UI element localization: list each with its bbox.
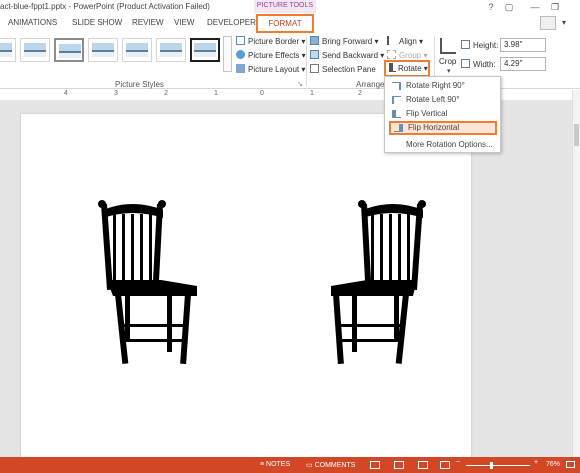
selection-pane-icon <box>310 64 319 73</box>
restore-button[interactable]: ❐ <box>546 1 564 13</box>
account-dropdown-icon[interactable]: ▾ <box>562 18 566 27</box>
avatar[interactable] <box>540 16 556 30</box>
group-divider <box>306 36 307 86</box>
tab-slide-show[interactable]: SLIDE SHOW <box>72 18 122 27</box>
height-label: Height: <box>473 41 499 50</box>
comments-button[interactable]: ▭ COMMENTS <box>306 461 355 469</box>
zoom-level[interactable]: 76% <box>546 461 560 468</box>
picture-tools-header: PICTURE TOOLS <box>254 0 316 13</box>
width-label: Width: <box>473 60 496 69</box>
slide-content <box>98 200 426 365</box>
group-icon <box>387 50 396 59</box>
fit-slide-icon[interactable] <box>566 461 575 468</box>
tab-format[interactable]: FORMAT <box>256 14 314 33</box>
tab-view[interactable]: VIEW <box>174 18 194 27</box>
menu-more-rotation-options[interactable]: More Rotation Options... <box>389 138 497 152</box>
ruler-number: 4 <box>64 90 68 97</box>
ruler-number: 3 <box>114 90 118 97</box>
send-backward-button[interactable]: Send Backward ▾ <box>310 50 384 60</box>
picture-style-thumb[interactable] <box>122 38 152 62</box>
flip-horizontal-icon <box>394 124 403 132</box>
ruler-number: 2 <box>358 90 362 97</box>
slideshow-view-icon[interactable] <box>440 461 450 469</box>
send-backward-icon <box>310 50 319 59</box>
menu-flip-vertical[interactable]: Flip Vertical <box>389 107 497 121</box>
ruler-number: 1 <box>310 90 314 97</box>
picture-style-thumb-selected[interactable] <box>190 38 220 62</box>
crop-dropdown-icon[interactable]: ▾ <box>447 67 451 75</box>
zoom-out-button[interactable]: − <box>456 459 460 466</box>
group-label-picture-styles: Picture Styles <box>115 80 164 89</box>
height-icon <box>461 40 470 49</box>
rotate-menu: Rotate Right 90° Rotate Left 90° Flip Ve… <box>384 76 501 153</box>
picture-style-thumb[interactable] <box>0 38 16 62</box>
zoom-in-button[interactable]: + <box>534 459 538 466</box>
tab-review[interactable]: REVIEW <box>132 18 164 27</box>
normal-view-icon[interactable] <box>370 461 380 469</box>
scrollbar-thumb[interactable] <box>574 124 579 146</box>
help-button[interactable]: ? <box>482 1 500 13</box>
picture-border-icon <box>236 36 245 45</box>
dialog-launcher-icon[interactable]: ↘ <box>297 80 303 88</box>
zoom-slider-thumb[interactable] <box>490 462 493 469</box>
width-input[interactable]: 4.29" <box>500 57 546 71</box>
picture-effects-icon <box>236 50 245 59</box>
picture-border-button[interactable]: Picture Border ▾ <box>236 36 305 46</box>
picture-style-thumb[interactable] <box>54 38 84 62</box>
width-icon <box>461 59 470 68</box>
gallery-scroll[interactable] <box>223 36 232 72</box>
menu-flip-horizontal[interactable]: Flip Horizontal <box>389 121 497 135</box>
zoom-slider[interactable] <box>466 465 530 466</box>
bring-forward-button[interactable]: Bring Forward ▾ <box>310 36 379 46</box>
ribbon-display-button[interactable]: ▢ <box>500 1 518 13</box>
slide-sorter-icon[interactable] <box>394 461 404 469</box>
picture-layout-icon <box>236 64 245 73</box>
height-input[interactable]: 3.98" <box>500 38 546 52</box>
align-icon <box>387 36 396 45</box>
bring-forward-icon <box>310 36 319 45</box>
reading-view-icon[interactable] <box>418 461 428 469</box>
ruler-number: 0 <box>260 90 264 97</box>
minimize-button[interactable]: — <box>526 1 544 13</box>
tab-developer[interactable]: DEVELOPER <box>207 18 256 27</box>
rotate-icon <box>389 63 396 72</box>
slide-canvas[interactable] <box>21 114 471 458</box>
selection-pane-button[interactable]: Selection Pane <box>310 64 376 74</box>
flip-vertical-icon <box>392 110 401 118</box>
group-button[interactable]: Group ▾ <box>387 50 427 60</box>
rotate-right-icon <box>392 82 401 90</box>
picture-style-thumb[interactable] <box>88 38 118 62</box>
ruler-number: 1 <box>214 90 218 97</box>
menu-rotate-right-90[interactable]: Rotate Right 90° <box>389 79 497 93</box>
notes-button[interactable]: ≡ NOTES <box>260 461 290 468</box>
rotate-left-icon <box>392 96 401 104</box>
menu-rotate-left-90[interactable]: Rotate Left 90° <box>389 93 497 107</box>
window-title: act-blue-fppt1.pptx - PowerPoint (Produc… <box>0 2 210 11</box>
vertical-scrollbar[interactable] <box>572 90 580 457</box>
picture-layout-button[interactable]: Picture Layout ▾ <box>236 64 305 74</box>
crop-button[interactable]: Crop <box>439 57 456 66</box>
crop-icon[interactable] <box>440 38 456 54</box>
chair-image-left[interactable] <box>98 200 197 365</box>
group-label-arrange: Arrange <box>356 80 385 89</box>
picture-style-thumb[interactable] <box>20 38 50 62</box>
align-button[interactable]: Align ▾ <box>387 36 423 46</box>
rotate-button[interactable]: Rotate ▾ <box>384 60 430 77</box>
ruler-number: 2 <box>164 90 168 97</box>
chair-image-right[interactable] <box>331 200 426 365</box>
picture-style-thumb[interactable] <box>156 38 186 62</box>
picture-effects-button[interactable]: Picture Effects ▾ <box>236 50 306 60</box>
tab-animations[interactable]: ANIMATIONS <box>8 18 57 27</box>
comments-icon: ▭ <box>306 462 315 469</box>
